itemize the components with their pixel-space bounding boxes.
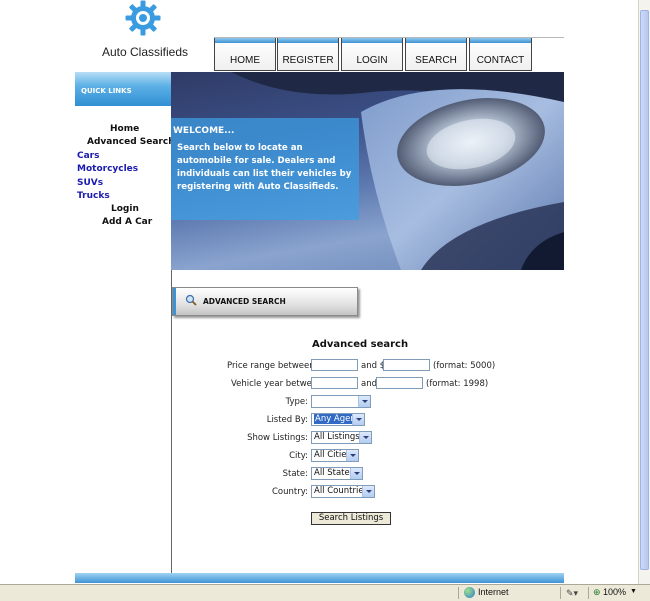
chevron-down-icon [350, 468, 362, 479]
welcome-title: WELCOME... [173, 126, 235, 136]
status-separator [458, 587, 459, 599]
country-select[interactable]: All Countries [311, 485, 375, 498]
welcome-text: Search below to locate an automobile for… [177, 143, 352, 192]
chevron-down-icon [352, 414, 364, 425]
show-listings-label: Show Listings: [247, 433, 308, 443]
scrollbar-thumb[interactable] [640, 10, 649, 570]
country-label: Country: [271, 487, 308, 497]
state-label: State: [282, 469, 308, 479]
city-select[interactable]: All Cities [311, 449, 359, 462]
type-label: Type: [285, 397, 308, 407]
search-listings-button[interactable]: Search Listings [311, 512, 391, 525]
nav-contact-us-button[interactable]: CONTACT US [469, 38, 532, 108]
zoom-level[interactable]: 100% [603, 587, 626, 597]
protected-mode-icon[interactable]: ✎▾ [566, 588, 578, 599]
sidebar-link-trucks[interactable]: Trucks [77, 191, 110, 201]
sidebar-link-suvs[interactable]: SUVs [77, 178, 103, 188]
sidebar-link-motorcycles[interactable]: Motorcycles [77, 164, 138, 174]
status-separator [560, 587, 561, 599]
hero-banner: WELCOME... Search below to locate an aut… [171, 72, 564, 270]
listed-by-label: Listed By: [266, 415, 308, 425]
price-max-input[interactable] [383, 359, 430, 371]
top-navigation: HOME REGISTER LOGIN SEARCH CONTACT US [214, 37, 564, 108]
nav-register-button[interactable]: REGISTER [277, 38, 339, 71]
status-separator [588, 587, 589, 599]
year-min-input[interactable] [311, 377, 358, 389]
year-format-hint: (format: 1998) [426, 379, 489, 389]
price-and-label: and $ [361, 361, 386, 371]
year-and-label: and [361, 379, 377, 389]
internet-zone-icon [464, 587, 475, 598]
listed-by-select[interactable]: Any Agent [311, 413, 365, 426]
security-zone-label: Internet [478, 587, 509, 597]
state-select-value: All States [314, 468, 355, 478]
price-format-hint: (format: 5000) [433, 361, 496, 371]
vehicle-year-label: Vehicle year between [231, 379, 323, 389]
price-range-label: Price range between $ [227, 361, 323, 371]
advanced-search-tab-label: ADVANCED SEARCH [203, 297, 286, 306]
nav-search-button[interactable]: SEARCH [405, 38, 467, 71]
year-max-input[interactable] [376, 377, 423, 389]
country-select-value: All Countries [314, 486, 368, 496]
advanced-search-tab[interactable]: ADVANCED SEARCH [172, 287, 358, 316]
sidebar-link-add-a-car[interactable]: Add A Car [102, 217, 152, 227]
city-label: City: [289, 451, 308, 461]
sidebar-link-advanced-search[interactable]: Advanced Search [87, 137, 175, 147]
nav-login-button[interactable]: LOGIN [341, 38, 403, 71]
nav-home-button[interactable]: HOME [214, 38, 276, 71]
form-title: Advanced search [312, 339, 409, 350]
price-min-input[interactable] [311, 359, 358, 371]
chevron-down-icon [359, 432, 371, 443]
quick-links-header: QUICK LINKS [75, 72, 171, 106]
chevron-down-icon [358, 396, 370, 407]
show-listings-select-value: All Listings [314, 432, 360, 442]
sidebar: QUICK LINKS Home Advanced Search Cars Mo… [75, 72, 175, 574]
sidebar-link-home[interactable]: Home [110, 124, 139, 134]
welcome-box: WELCOME... Search below to locate an aut… [171, 118, 359, 220]
site-title: Auto Classifieds [101, 45, 189, 59]
chevron-down-icon [346, 450, 358, 461]
chevron-down-icon[interactable]: ▼ [630, 588, 637, 595]
gear-logo-icon [125, 0, 161, 36]
magnifier-icon [185, 294, 197, 306]
zoom-magnifier-icon: ⊕ [593, 587, 601, 597]
sidebar-link-cars[interactable]: Cars [77, 151, 99, 161]
footer-bar [75, 573, 564, 583]
show-listings-select[interactable]: All Listings [311, 431, 372, 444]
chevron-down-icon [362, 486, 374, 497]
sidebar-link-login[interactable]: Login [111, 204, 139, 214]
type-select[interactable] [311, 395, 371, 408]
state-select[interactable]: All States [311, 467, 363, 480]
vertical-scrollbar[interactable] [638, 0, 650, 584]
browser-status-bar: Internet ✎▾ ⊕ 100% ▼ [0, 584, 650, 601]
